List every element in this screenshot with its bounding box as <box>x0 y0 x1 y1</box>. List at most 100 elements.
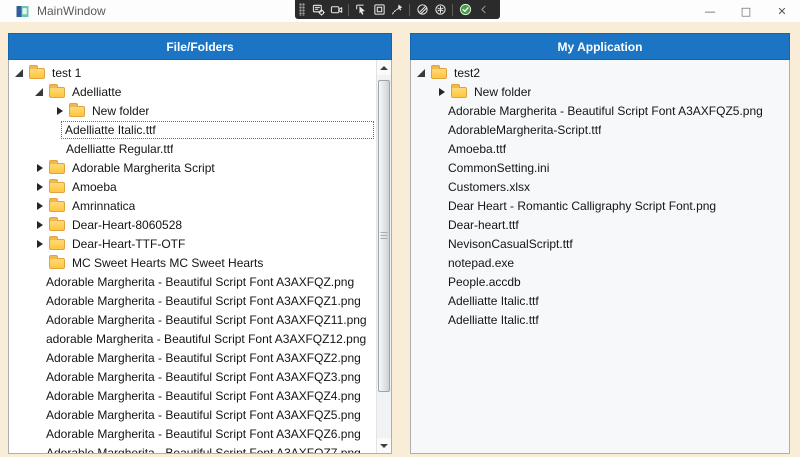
my-application-body: test2 New folder Adorable Margherita - Bea… <box>410 60 790 454</box>
tree-item[interactable]: Adorable Margherita Script <box>9 158 376 177</box>
toolbar-separator <box>452 4 453 16</box>
tree-item[interactable]: Customers.xlsx <box>411 177 789 196</box>
tree-item-label: People.accdb <box>447 275 521 289</box>
my-application-header-label: My Application <box>558 40 643 54</box>
region-select-icon[interactable] <box>370 2 388 17</box>
window-title: MainWindow <box>37 4 106 18</box>
toolbar-separator <box>348 4 349 16</box>
expander-collapsed-icon[interactable] <box>35 234 49 253</box>
tree-item[interactable]: CommonSetting.ini <box>411 158 789 177</box>
tree-item[interactable]: notepad.exe <box>411 253 789 272</box>
maximize-button[interactable]: □ <box>728 0 764 22</box>
folder-icon <box>49 220 65 231</box>
star-circle-icon[interactable] <box>431 2 449 17</box>
tree-item[interactable]: Adelliatte Regular.ttf <box>9 139 376 158</box>
tree-item-label: adorable Margherita - Beautiful Script F… <box>45 332 366 346</box>
tree-item-label: test 1 <box>52 66 81 80</box>
tree-item[interactable]: Adorable Margherita - Beautiful Script F… <box>9 367 376 386</box>
tree-item[interactable]: Adorable Margherita - Beautiful Script F… <box>9 348 376 367</box>
tree-item[interactable]: Adorable Margherita - Beautiful Script F… <box>9 310 376 329</box>
tree-item-label: Adorable Margherita - Beautiful Script F… <box>45 427 361 441</box>
chevron-left-icon[interactable] <box>474 2 492 17</box>
tree-item[interactable]: Amrinnatica <box>9 196 376 215</box>
tree-item[interactable]: Adorable Margherita - Beautiful Script F… <box>9 424 376 443</box>
file-folders-tree: test 1 Adelliatte New folderAdelliatte Ita… <box>9 60 376 453</box>
tree-item[interactable]: New folder <box>9 101 376 120</box>
striped-circle-icon[interactable] <box>413 2 431 17</box>
vertical-scrollbar[interactable] <box>376 60 391 453</box>
folder-icon <box>431 68 447 79</box>
tree-item-label: Dear-Heart-TTF-OTF <box>72 237 185 251</box>
tree-item[interactable]: Dear-Heart-8060528 <box>9 215 376 234</box>
tree-item-label: NevisonCasualScript.ttf <box>447 237 573 251</box>
expander-collapsed-icon[interactable] <box>35 196 49 215</box>
tree-item[interactable]: Adorable Margherita - Beautiful Script F… <box>9 443 376 453</box>
tree-item[interactable]: Amoeba <box>9 177 376 196</box>
tree-item-label: New folder <box>474 85 531 99</box>
folder-icon <box>49 258 65 269</box>
window-controls: — □ ✕ <box>692 0 800 22</box>
tree-item[interactable]: test 1 <box>9 63 376 82</box>
tree-item[interactable]: MC Sweet Hearts MC Sweet Hearts <box>9 253 376 272</box>
tree-item-label: Adorable Margherita - Beautiful Script F… <box>45 313 367 327</box>
folder-icon <box>49 182 65 193</box>
expander-expanded-icon[interactable] <box>35 82 49 101</box>
tree-item[interactable]: Amoeba.ttf <box>411 139 789 158</box>
tree-item-label: Adorable Margherita - Beautiful Script F… <box>45 446 361 454</box>
file-folders-header-label: File/Folders <box>166 40 233 54</box>
expander-collapsed-icon[interactable] <box>35 177 49 196</box>
folder-icon <box>69 106 85 117</box>
tree-item-label: Dear Heart - Romantic Calligraphy Script… <box>447 199 716 213</box>
app-icon <box>16 5 29 18</box>
file-folders-header: File/Folders <box>8 33 392 60</box>
scroll-up-button[interactable] <box>377 60 391 75</box>
tree-item-label: Amoeba <box>72 180 117 194</box>
tree-item[interactable]: Adorable Margherita - Beautiful Script F… <box>411 101 789 120</box>
tree-item[interactable]: NevisonCasualScript.ttf <box>411 234 789 253</box>
tree-item[interactable]: AdorableMargherita-Script.ttf <box>411 120 789 139</box>
expander-collapsed-icon[interactable] <box>55 101 69 120</box>
folder-icon <box>451 87 467 98</box>
tree-item-label: Amrinnatica <box>72 199 135 213</box>
folder-icon <box>49 201 65 212</box>
tree-item-label: Adorable Margherita - Beautiful Script F… <box>45 408 361 422</box>
toolbar-separator <box>409 4 410 16</box>
tree-item[interactable]: Dear-Heart-TTF-OTF <box>9 234 376 253</box>
tree-item[interactable]: Dear Heart - Romantic Calligraphy Script… <box>411 196 789 215</box>
scroll-down-button[interactable] <box>377 438 391 453</box>
pointer-capture-icon[interactable] <box>352 2 370 17</box>
tree-item-label: Adelliatte <box>72 85 121 99</box>
tree-item[interactable]: Dear-heart.ttf <box>411 215 789 234</box>
capture-toolbar <box>295 0 500 19</box>
minimize-button[interactable]: — <box>692 0 728 22</box>
expander-collapsed-icon[interactable] <box>35 158 49 177</box>
record-settings-icon[interactable] <box>309 2 327 17</box>
tree-item[interactable]: Adelliatte Italic.ttf <box>9 120 376 139</box>
tree-item[interactable]: Adelliatte Italic.ttf <box>411 310 789 329</box>
camera-icon[interactable] <box>327 2 345 17</box>
tree-item[interactable]: Adelliatte Italic.ttf <box>411 291 789 310</box>
tree-item[interactable]: test2 <box>411 63 789 82</box>
tree-item-label: MC Sweet Hearts MC Sweet Hearts <box>72 256 263 270</box>
toolbar-drag-grip[interactable] <box>299 3 305 16</box>
tree-item[interactable]: Adorable Margherita - Beautiful Script F… <box>9 405 376 424</box>
expander-collapsed-icon[interactable] <box>35 215 49 234</box>
tree-item[interactable]: People.accdb <box>411 272 789 291</box>
tree-item-label: Adorable Margherita - Beautiful Script F… <box>45 294 361 308</box>
expander-expanded-icon[interactable] <box>417 63 431 82</box>
tree-item-label: Adorable Margherita - Beautiful Script F… <box>45 351 361 365</box>
drag-path-icon[interactable] <box>388 2 406 17</box>
tree-item[interactable]: Adelliatte <box>9 82 376 101</box>
arrow-up-icon <box>380 66 388 70</box>
tree-item[interactable]: adorable Margherita - Beautiful Script F… <box>9 329 376 348</box>
arrow-down-icon <box>380 444 388 448</box>
close-button[interactable]: ✕ <box>764 0 800 22</box>
tree-item[interactable]: Adorable Margherita - Beautiful Script F… <box>9 291 376 310</box>
scrollbar-thumb[interactable] <box>378 80 390 392</box>
expander-expanded-icon[interactable] <box>15 63 29 82</box>
tree-item[interactable]: New folder <box>411 82 789 101</box>
tree-item[interactable]: Adorable Margherita - Beautiful Script F… <box>9 272 376 291</box>
expander-collapsed-icon[interactable] <box>437 82 451 101</box>
check-circle-icon[interactable] <box>456 2 474 17</box>
tree-item[interactable]: Adorable Margherita - Beautiful Script F… <box>9 386 376 405</box>
